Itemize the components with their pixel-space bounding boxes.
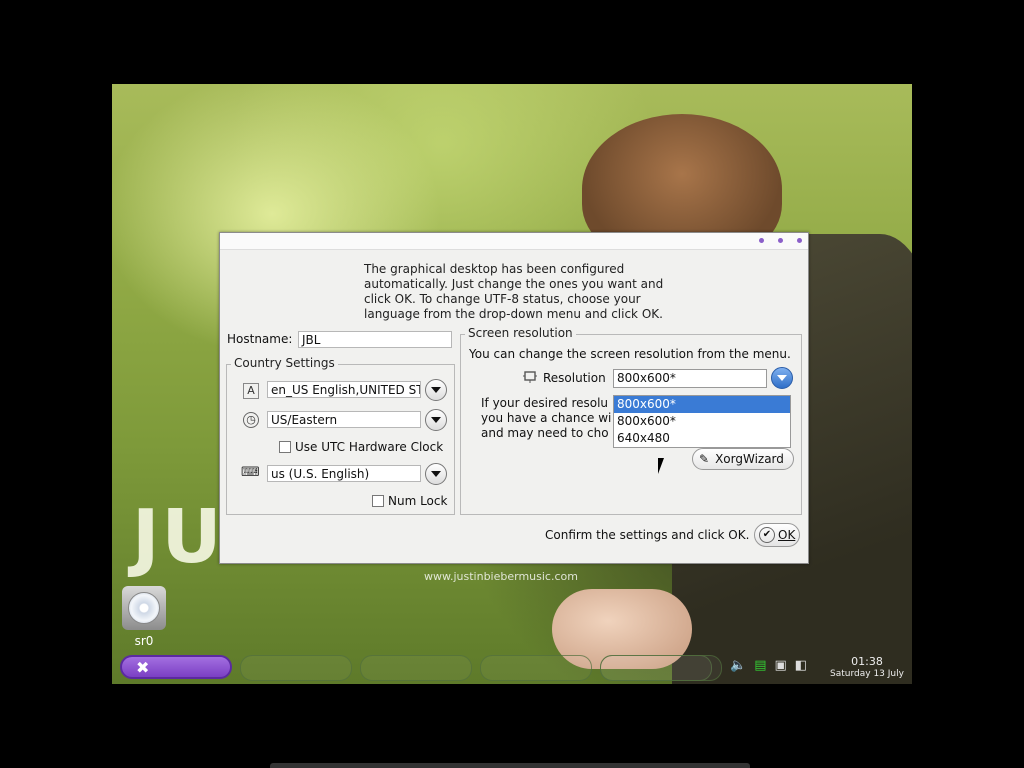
maximize-button[interactable] — [778, 238, 783, 243]
system-tray: 🔈 ▤ ▣ ◧ — [730, 658, 807, 673]
screen-resolution-group: Screen resolution You can change the scr… — [460, 326, 802, 515]
country-settings-group: Country Settings A en_US English,UNITED … — [226, 356, 455, 515]
screen-resolution-legend: Screen resolution — [465, 326, 576, 340]
numlock-checkbox[interactable] — [372, 495, 384, 507]
network-icon[interactable]: ▣ — [774, 658, 786, 673]
confirm-text: Confirm the settings and click OK. — [545, 528, 750, 542]
language-dropdown-button[interactable] — [425, 379, 447, 401]
volume-icon[interactable]: 🔈 — [730, 658, 746, 673]
timezone-dropdown-button[interactable] — [425, 409, 447, 431]
wallpaper-brand-url: www.justinbiebermusic.com — [424, 570, 578, 583]
numlock-label: Num Lock — [388, 494, 448, 508]
taskbar-slot-2[interactable] — [360, 655, 472, 681]
window-icon[interactable]: ◧ — [795, 658, 807, 673]
checkmark-icon: ✔ — [759, 527, 775, 543]
language-select[interactable]: en_US English,UNITED STA — [267, 381, 421, 398]
display-config-dialog: The graphical desktop has been configure… — [219, 232, 809, 564]
taskbar-slot-5[interactable] — [600, 655, 722, 681]
resolution-option[interactable]: 800x600* — [614, 413, 790, 430]
ok-label: OK — [778, 528, 796, 542]
monitor-icon — [523, 370, 537, 384]
resolution-option[interactable]: 640x480 — [614, 430, 790, 447]
timezone-select[interactable]: US/Eastern — [267, 411, 421, 428]
utc-clock-label: Use UTC Hardware Clock — [295, 440, 444, 454]
dialog-titlebar[interactable] — [220, 233, 808, 250]
battery-icon[interactable]: ▤ — [754, 658, 766, 673]
resolution-dropdown-button[interactable] — [771, 367, 793, 389]
taskbar-slot-3[interactable] — [480, 655, 592, 681]
xorg-wizard-label: XorgWizard — [715, 452, 784, 466]
keyboard-icon: ⌨ — [241, 465, 260, 480]
resolution-option[interactable]: 800x600* — [614, 396, 790, 413]
screen-bottom-bar — [270, 763, 750, 768]
clock-date: Saturday 13 July — [830, 669, 904, 679]
ok-button[interactable]: ✔ OK — [754, 523, 800, 547]
taskbar-slot-1[interactable] — [240, 655, 352, 681]
hostname-label: Hostname: — [227, 332, 293, 346]
cd-drive-icon — [128, 592, 160, 624]
start-menu-button[interactable]: ✖ — [120, 655, 232, 679]
resolution-label: Resolution — [543, 371, 606, 385]
chevron-down-icon — [777, 375, 787, 381]
chevron-down-icon — [431, 387, 441, 393]
xorg-wizard-button[interactable]: ✎ XorgWizard — [692, 448, 794, 470]
resolution-help-text: If your desired resolu you have a chance… — [481, 396, 612, 440]
utc-clock-row[interactable]: Use UTC Hardware Clock — [279, 440, 443, 454]
chevron-down-icon — [431, 471, 441, 477]
mouse-cursor-icon — [658, 458, 664, 474]
country-settings-legend: Country Settings — [231, 356, 338, 370]
numlock-row[interactable]: Num Lock — [372, 494, 447, 508]
clock-icon: ◷ — [243, 412, 259, 428]
utc-clock-checkbox[interactable] — [279, 441, 291, 453]
tools-icon: ✖ — [136, 657, 150, 677]
magic-wand-icon: ✎ — [699, 452, 710, 466]
hostname-input[interactable]: JBL — [298, 331, 452, 348]
desktop-icon-sr0[interactable]: sr0 — [120, 586, 168, 648]
desktop-icon-label: sr0 — [134, 634, 154, 648]
keyboard-select[interactable]: us (U.S. English) — [267, 465, 421, 482]
close-button[interactable] — [797, 238, 802, 243]
resolution-combo[interactable]: 800x600* — [613, 369, 767, 388]
language-icon: A — [243, 383, 259, 399]
resolution-dropdown-list: 800x600* 800x600* 640x480 — [613, 395, 791, 448]
clock-time: 01:38 — [851, 655, 883, 668]
keyboard-dropdown-button[interactable] — [425, 463, 447, 485]
taskbar-clock[interactable]: 01:38 Saturday 13 July — [824, 656, 910, 680]
intro-text: The graphical desktop has been configure… — [364, 262, 664, 321]
chevron-down-icon — [431, 417, 441, 423]
screen-resolution-description: You can change the screen resolution fro… — [469, 347, 791, 361]
minimize-button[interactable] — [759, 238, 764, 243]
taskbar: ✖ 🔈 ▤ ▣ ◧ 01:38 Saturday 13 July — [112, 652, 912, 684]
